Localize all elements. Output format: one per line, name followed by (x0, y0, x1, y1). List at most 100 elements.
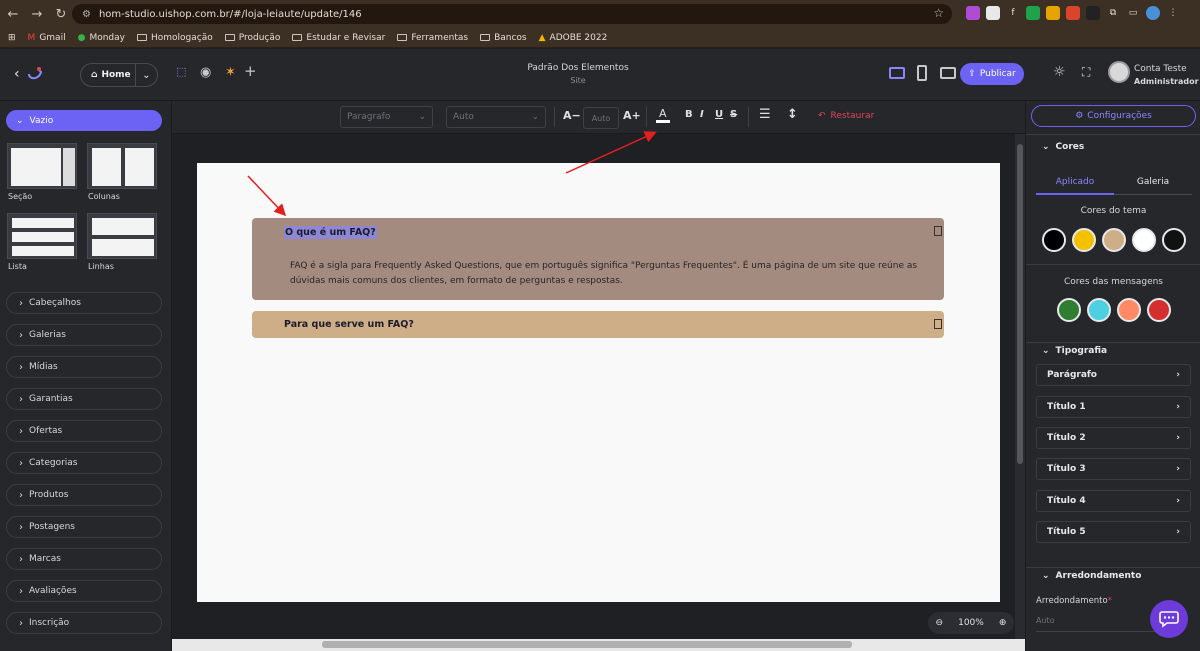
color-swatch[interactable] (1102, 228, 1126, 252)
color-swatch[interactable] (1072, 228, 1096, 252)
line-height-icon[interactable]: ↕ (787, 107, 798, 122)
color-swatch[interactable] (1087, 298, 1111, 322)
bookmark-ferramentas[interactable]: Ferramentas (397, 33, 468, 43)
section-cores-toggle[interactable]: ⌄ Cores (1042, 142, 1084, 152)
section-arredondamento-toggle[interactable]: ⌄ Arredondamento (1042, 571, 1141, 581)
typography-titulo-1[interactable]: Título 1 › (1036, 396, 1191, 418)
color-swatch[interactable] (1147, 298, 1171, 322)
tab-aplicado[interactable]: Aplicado (1036, 173, 1114, 195)
sidebar-item-postagens[interactable]: › Postagens (6, 516, 162, 538)
color-swatch[interactable] (1132, 228, 1156, 252)
typography-titulo-2[interactable]: Título 2 › (1036, 427, 1191, 449)
color-swatch[interactable] (1162, 228, 1186, 252)
sidebar-item-ofertas[interactable]: › Ofertas (6, 420, 162, 442)
typography-titulo-3[interactable]: Título 3 › (1036, 458, 1191, 480)
forward-arrow-icon[interactable]: → (26, 3, 48, 25)
faq-question-selected[interactable]: O que é um FAQ? (284, 226, 377, 239)
extension-icon[interactable]: f (1006, 6, 1020, 20)
section-tipografia-toggle[interactable]: ⌄ Tipografia (1042, 346, 1107, 356)
tablet-view-icon[interactable] (940, 67, 956, 79)
profile-icon[interactable] (1146, 6, 1160, 20)
puzzle-icon[interactable]: ⧉ (1106, 6, 1120, 20)
decrease-font-button[interactable]: A− (563, 109, 581, 122)
underline-button[interactable]: U (715, 109, 723, 120)
font-select[interactable]: Auto ⌄ (446, 106, 546, 128)
faq-item-open[interactable]: O que é um FAQ? FAQ é a sigla para Frequ… (252, 218, 944, 300)
align-left-icon[interactable]: ☰ (759, 107, 771, 122)
faq-toggle-icon[interactable] (934, 226, 942, 236)
apps-grid-icon[interactable]: ⊞ (8, 33, 16, 43)
typography-paragrafo[interactable]: Parágrafo › (1036, 364, 1191, 386)
bookmark-monday[interactable]: ● Monday (78, 33, 125, 43)
magic-wand-icon[interactable]: ✶ (225, 65, 236, 80)
eye-icon[interactable]: ◉ (200, 65, 211, 80)
mobile-view-icon[interactable] (917, 65, 927, 81)
menu-kebab-icon[interactable]: ⋮ (1166, 6, 1180, 20)
sidebar-item-galerias[interactable]: › Galerias (6, 324, 162, 346)
color-swatch[interactable] (1057, 298, 1081, 322)
sidebar-item-produtos[interactable]: › Produtos (6, 484, 162, 506)
extension-icon[interactable] (986, 6, 1000, 20)
bold-button[interactable]: B (685, 109, 693, 120)
faq-item-closed[interactable]: Para que serve um FAQ? (252, 311, 944, 338)
back-arrow-icon[interactable]: ← (2, 3, 24, 25)
chat-button[interactable] (1150, 600, 1188, 638)
home-page-selector[interactable]: ⌂ Home ⌄ (80, 63, 158, 87)
extension-icon[interactable] (1026, 6, 1040, 20)
sun-icon[interactable]: ☼ (1053, 64, 1066, 80)
sidebar-item-marcas[interactable]: › Marcas (6, 548, 162, 570)
site-settings-icon[interactable]: ⚙ (82, 9, 91, 20)
bookmark-star-icon[interactable]: ☆ (933, 6, 944, 20)
tile-lista[interactable] (7, 213, 77, 259)
sidebar-item-categorias[interactable]: › Categorias (6, 452, 162, 474)
bookmark-estudar[interactable]: Estudar e Revisar (292, 33, 385, 43)
address-bar[interactable]: ⚙ hom-studio.uishop.com.br/#/loja-leiaut… (72, 4, 952, 24)
bookmark-gmail[interactable]: M Gmail (28, 33, 66, 43)
extension-icon[interactable] (1046, 6, 1060, 20)
sidebar-item-inscricao[interactable]: › Inscrição (6, 612, 162, 634)
selection-tool-icon[interactable]: ⬚ (176, 65, 186, 78)
faq-answer[interactable]: FAQ é a sigla para Frequently Asked Ques… (290, 259, 930, 289)
paragraph-select[interactable]: Paragrafo ⌄ (340, 106, 433, 128)
bookmark-bancos[interactable]: Bancos (480, 33, 527, 43)
sidebar-item-garantias[interactable]: › Garantias (6, 388, 162, 410)
add-icon[interactable]: + (244, 62, 257, 80)
horizontal-scrollbar[interactable] (172, 639, 1025, 651)
publish-button[interactable]: ⇪ Publicar (960, 63, 1024, 85)
increase-font-button[interactable]: A+ (623, 109, 641, 122)
bookmark-adobe[interactable]: ▲ ADOBE 2022 (539, 33, 608, 43)
text-color-button[interactable]: A (656, 107, 670, 123)
tab-galeria[interactable]: Galeria (1114, 173, 1192, 195)
sidebar-item-midias[interactable]: › Mídias (6, 356, 162, 378)
avatar[interactable] (1108, 61, 1130, 83)
extension-icon[interactable] (1066, 6, 1080, 20)
tile-colunas[interactable] (87, 143, 157, 189)
color-swatch[interactable] (1117, 298, 1141, 322)
zoom-out-icon[interactable]: ⊖ (936, 618, 944, 628)
extension-icon[interactable] (1086, 6, 1100, 20)
reload-icon[interactable]: ↻ (50, 3, 72, 25)
italic-button[interactable]: I (700, 109, 704, 120)
color-swatch[interactable] (1042, 228, 1066, 252)
faq-question[interactable]: Para que serve um FAQ? (284, 319, 414, 330)
strikethrough-button[interactable]: S (730, 109, 737, 120)
sidebar-item-avaliacoes[interactable]: › Avaliações (6, 580, 162, 602)
desktop-view-icon[interactable] (889, 67, 905, 79)
faq-toggle-icon[interactable] (934, 319, 942, 329)
zoom-in-icon[interactable]: ⊕ (999, 618, 1007, 628)
typography-titulo-4[interactable]: Título 4 › (1036, 490, 1191, 512)
tile-secao[interactable] (7, 143, 77, 189)
restore-button[interactable]: ↶ Restaurar (818, 111, 874, 121)
settings-button[interactable]: ⚙ Configurações (1031, 105, 1196, 127)
fullscreen-icon[interactable]: ⛶ (1082, 65, 1090, 80)
extension-icon[interactable] (966, 6, 980, 20)
rounding-input[interactable]: Auto (1036, 610, 1156, 632)
vazio-dropdown[interactable]: ⌄ Vazio (6, 110, 162, 131)
chevron-down-icon[interactable]: ⌄ (136, 70, 157, 81)
typography-titulo-5[interactable]: Título 5 › (1036, 521, 1191, 543)
bookmark-homologacao[interactable]: Homologação (136, 33, 213, 43)
font-size-input[interactable]: Auto (583, 107, 619, 129)
window-icon[interactable]: ▭ (1126, 6, 1140, 20)
sidebar-item-cabecalhos[interactable]: › Cabeçalhos (6, 292, 162, 314)
back-chevron-icon[interactable]: ‹ (14, 66, 20, 82)
